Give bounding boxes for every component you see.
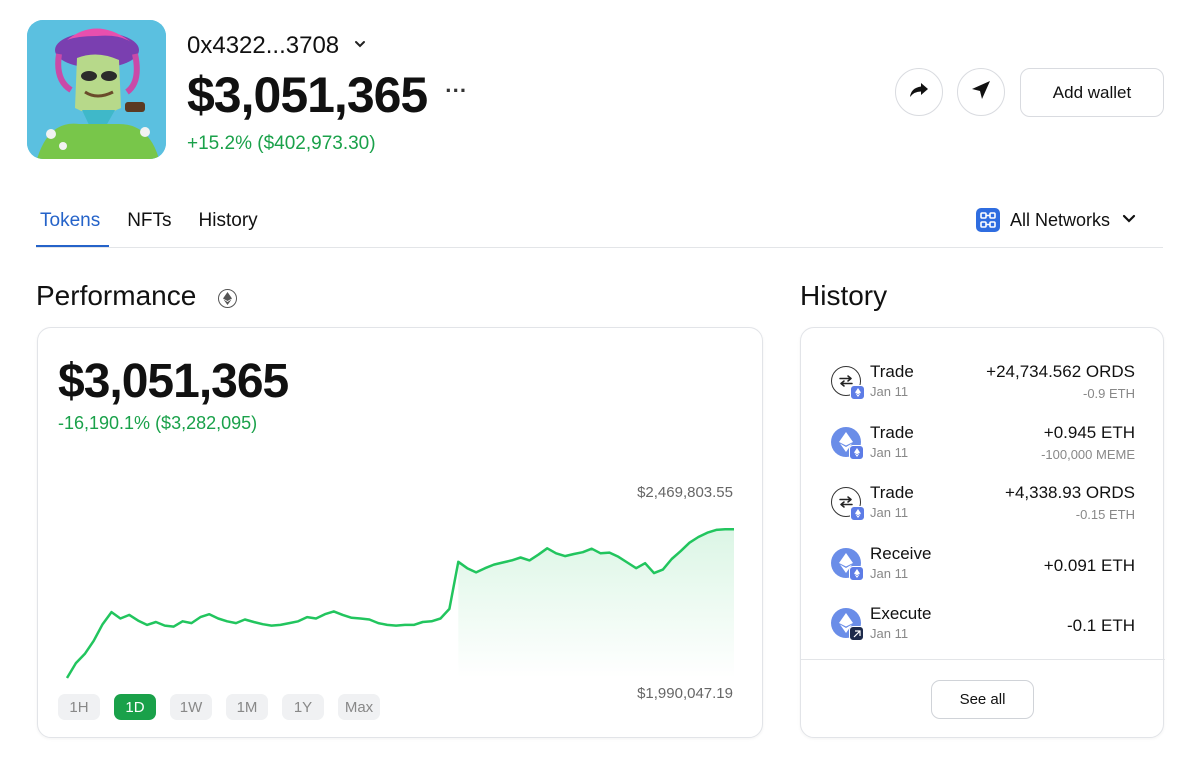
send-icon	[971, 80, 991, 105]
more-options-button[interactable]: ···	[445, 78, 467, 104]
history-item-date: Jan 11	[870, 566, 909, 581]
share-button[interactable]	[895, 68, 943, 116]
history-item-type: Trade	[870, 423, 914, 442]
history-item-amount: +0.945 ETH	[1043, 423, 1135, 442]
range-1w-button[interactable]: 1W	[170, 694, 212, 720]
contract-badge-icon	[849, 626, 864, 641]
history-item-amount: +4,338.93 ORDS	[1005, 483, 1135, 502]
ethereum-badge-icon	[850, 506, 865, 521]
performance-value: $3,051,365	[58, 355, 289, 408]
trade-icon	[831, 366, 865, 400]
range-1d-button[interactable]: 1D	[114, 694, 156, 720]
history-item-subamount: -0.9 ETH	[1082, 386, 1135, 401]
chart-min-label: $1,990,047.19	[637, 685, 733, 702]
history-card: Trade Jan 11 +24,734.562 ORDS -0.9 ETH T…	[800, 327, 1165, 738]
eth-token-icon	[831, 548, 864, 581]
history-title: History	[800, 280, 888, 311]
history-item-amount: -0.1 ETH	[1066, 616, 1135, 635]
performance-chart[interactable]	[38, 468, 764, 688]
network-selector[interactable]: All Networks	[976, 208, 1138, 232]
history-item-subamount: -0.15 ETH	[1075, 507, 1135, 522]
history-item-type: Receive	[870, 544, 932, 563]
history-item[interactable]: Execute Jan 11 -0.1 ETH	[801, 600, 1165, 656]
wallet-avatar	[27, 20, 166, 159]
range-1m-button[interactable]: 1M	[226, 694, 268, 720]
ethereum-badge-icon	[850, 385, 865, 400]
chevron-down-icon	[1120, 209, 1138, 232]
tab-bar: Tokens NFTs History	[36, 210, 262, 232]
history-item-date: Jan 11	[870, 445, 909, 460]
range-1y-button[interactable]: 1Y	[282, 694, 324, 720]
history-item-amount: +0.091 ETH	[1043, 556, 1135, 575]
history-divider	[801, 659, 1165, 660]
network-label: All Networks	[1010, 209, 1111, 230]
history-item-type: Trade	[870, 483, 914, 502]
history-item-subamount: -100,000 MEME	[1041, 447, 1135, 462]
add-wallet-button[interactable]: Add wallet	[1020, 68, 1164, 117]
history-item-date: Jan 11	[870, 384, 909, 399]
eth-token-icon	[831, 608, 864, 641]
history-item[interactable]: Receive Jan 11 +0.091 ETH	[801, 540, 1165, 596]
wallet-address: 0x4322...3708	[187, 32, 340, 59]
history-item-date: Jan 11	[870, 505, 909, 520]
history-item[interactable]: Trade Jan 11 +4,338.93 ORDS -0.15 ETH	[801, 479, 1165, 535]
share-icon	[909, 81, 929, 104]
range-1h-button[interactable]: 1H	[58, 694, 100, 720]
performance-title: Performance	[36, 280, 197, 311]
wallet-address-selector[interactable]: 0x4322...3708	[187, 32, 367, 60]
tabs-divider	[36, 247, 1163, 248]
eth-token-icon	[831, 427, 864, 460]
wallet-change: +15.2% ($402,973.30)	[187, 133, 376, 154]
trade-icon	[831, 487, 865, 521]
tab-nfts[interactable]: NFTs	[123, 210, 175, 232]
time-range-selector: 1H 1D 1W 1M 1Y Max	[58, 694, 380, 720]
tab-history[interactable]: History	[195, 210, 262, 232]
history-item-type: Trade	[870, 362, 914, 381]
history-item-date: Jan 11	[870, 626, 909, 641]
ethereum-icon	[218, 289, 237, 308]
send-button[interactable]	[957, 68, 1005, 116]
performance-change: -16,190.1% ($3,282,095)	[58, 413, 258, 433]
history-item[interactable]: Trade Jan 11 +0.945 ETH -100,000 MEME	[801, 419, 1165, 475]
history-item-type: Execute	[870, 604, 932, 623]
tab-tokens[interactable]: Tokens	[36, 210, 104, 232]
ethereum-badge-icon	[849, 566, 864, 581]
networks-icon	[976, 208, 1000, 232]
history-item[interactable]: Trade Jan 11 +24,734.562 ORDS -0.9 ETH	[801, 358, 1165, 414]
see-all-button[interactable]: See all	[931, 680, 1034, 719]
wallet-balance: $3,051,365	[187, 67, 428, 123]
range-max-button[interactable]: Max	[338, 694, 380, 720]
performance-card: $3,051,365 -16,190.1% ($3,282,095) $2,46…	[37, 327, 763, 738]
chevron-down-icon	[353, 37, 367, 56]
history-item-amount: +24,734.562 ORDS	[986, 362, 1135, 381]
ethereum-badge-icon	[849, 445, 864, 460]
